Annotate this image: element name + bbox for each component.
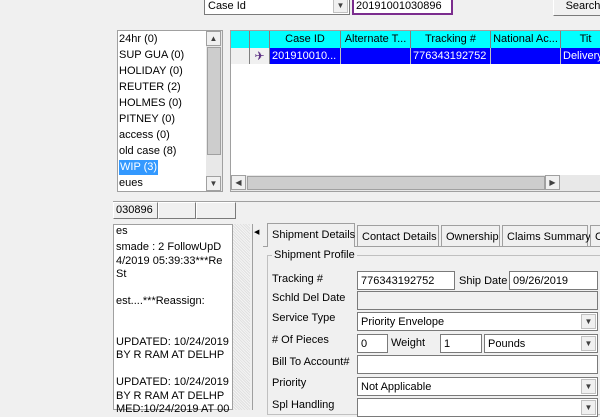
pieces-value: 0 <box>361 338 368 350</box>
scroll-down-icon[interactable]: ▼ <box>206 176 221 191</box>
weight-unit-select[interactable]: Pounds ▼ <box>484 334 598 353</box>
pieces-field[interactable]: 0 <box>357 334 388 353</box>
ship-date-value: 09/26/2019 <box>513 275 569 287</box>
spl-handling-label: Spl Handling <box>272 399 335 411</box>
grid-cell-tracking[interactable]: 776343192752 <box>411 48 491 64</box>
open-case-tab-empty[interactable] <box>158 202 196 219</box>
queue-item[interactable]: REUTER (2) <box>119 80 181 95</box>
queue-scroll-thumb[interactable] <box>207 47 221 155</box>
queue-item[interactable]: SUP GUA (0) <box>119 48 184 63</box>
detail-tab-ownership[interactable]: Ownership <box>441 225 500 247</box>
bill-to-account-field[interactable] <box>357 355 598 374</box>
priority-value: Not Applicable <box>361 381 432 393</box>
notes-scrollbar[interactable] <box>233 224 250 410</box>
open-case-tab-empty-2[interactable] <box>196 202 236 219</box>
chevron-down-icon[interactable]: ▼ <box>581 314 596 329</box>
weight-unit-value: Pounds <box>488 338 526 350</box>
service-type-label: Service Type <box>272 312 336 324</box>
grid-scroll-thumb[interactable] <box>247 176 545 190</box>
scroll-left-icon[interactable]: ◀ <box>231 175 246 190</box>
queue-footer-label: eues <box>119 177 143 189</box>
service-type-value: Priority Envelope <box>361 316 445 328</box>
queue-item[interactable]: 24hr (0) <box>119 32 158 47</box>
weight-value: 1 <box>444 338 451 350</box>
notes-header: es <box>116 225 128 237</box>
ship-date-field[interactable]: 09/26/2019 <box>509 271 598 290</box>
shipment-profile-title: Shipment Profile <box>272 249 357 261</box>
search-input[interactable]: 20191001030896 <box>352 0 453 15</box>
grid-header-tracking[interactable]: Tracking # <box>411 31 491 48</box>
pane-splitter[interactable]: ◀ <box>252 224 260 410</box>
grid-cell-alternate[interactable] <box>341 48 411 64</box>
queue-item[interactable]: access (0) <box>119 128 170 143</box>
search-field-select[interactable]: Case Id ▼ <box>204 0 350 15</box>
scroll-right-icon[interactable]: ▶ <box>545 175 560 190</box>
queue-item[interactable]: WIP (3) <box>119 160 159 175</box>
grid-row-selector[interactable] <box>231 48 250 64</box>
queue-scrollbar[interactable]: ▲ ▼ <box>206 31 222 191</box>
priority-select[interactable]: Not Applicable ▼ <box>357 377 598 396</box>
airplane-icon: ✈ <box>250 48 270 64</box>
search-input-value: 20191001030896 <box>356 0 442 12</box>
tracking-field[interactable]: 776343192752 <box>357 271 455 290</box>
service-type-select[interactable]: Priority Envelope ▼ <box>357 312 598 331</box>
priority-label: Priority <box>272 377 307 389</box>
detail-tab-c[interactable]: C <box>590 225 600 247</box>
grid-corner-header <box>231 31 250 48</box>
grid-header-case-id[interactable]: Case ID <box>270 31 341 48</box>
grid-cell-title[interactable]: Delivery <box>561 48 600 64</box>
weight-label: Weight <box>391 337 426 349</box>
notes-line: 4/2019 05:39:33***Re <box>116 254 223 267</box>
detail-tab-claims-summary[interactable]: Claims Summary <box>502 225 591 247</box>
notes-line: est....***Reassign: <box>116 295 205 307</box>
chevron-down-icon[interactable]: ▼ <box>333 0 348 13</box>
spl-handling-select[interactable]: ▼ <box>357 398 598 417</box>
scroll-up-icon[interactable]: ▲ <box>206 31 221 46</box>
open-case-tab[interactable]: 030896 <box>113 202 158 219</box>
notes-line: BY R RAM AT DELHP <box>116 349 225 361</box>
grid-header-alternate[interactable]: Alternate T... <box>341 31 411 48</box>
grid-cell-case-id[interactable]: 201910010... <box>270 48 341 64</box>
search-button[interactable]: Search <box>553 0 600 16</box>
bill-to-account-label: Bill To Account# <box>272 356 350 368</box>
notes-line: UPDATED: 10/24/2019 <box>116 376 229 388</box>
notes-line: UPDATED: 10/24/2019 <box>116 335 229 348</box>
grid-scrollbar[interactable]: ◀ ▶ <box>231 175 600 191</box>
queue-item[interactable]: HOLIDAY (0) <box>119 64 183 79</box>
tracking-label: Tracking # <box>272 273 323 285</box>
queue-item[interactable]: PITNEY (0) <box>119 112 175 127</box>
grid-header-national[interactable]: National Ac... <box>491 31 561 48</box>
chevron-down-icon[interactable]: ▼ <box>581 379 596 394</box>
notes-line: St <box>116 268 127 280</box>
search-field-value: Case Id <box>208 0 246 12</box>
chevron-down-icon[interactable]: ▼ <box>581 336 596 351</box>
notes-line: BY R RAM AT DELHP <box>116 389 225 402</box>
tracking-field-value: 776343192752 <box>361 275 435 287</box>
pieces-label: # Of Pieces <box>272 334 329 346</box>
chevron-down-icon[interactable]: ▼ <box>581 400 596 415</box>
queue-item[interactable]: old case (8) <box>119 144 176 159</box>
grid-header-title[interactable]: Tit <box>561 31 600 48</box>
ship-date-label: Ship Date <box>459 275 508 287</box>
schld-del-date-field[interactable] <box>357 291 598 310</box>
detail-tab-contact-details[interactable]: Contact Details <box>357 225 439 247</box>
queue-item[interactable]: HOLMES (0) <box>119 96 182 111</box>
detail-tab-shipment-details[interactable]: Shipment Details <box>267 223 355 247</box>
notes-line: smade : 2 FollowUpD <box>116 241 222 253</box>
notes-line: MED:10/24/2019 AT 00 <box>116 403 230 415</box>
splitter-arrow-icon[interactable]: ◀ <box>254 228 259 236</box>
schld-del-date-label: Schld Del Date <box>272 292 346 304</box>
grid-header-icon-col[interactable] <box>250 31 270 48</box>
grid-cell-national[interactable] <box>491 48 561 64</box>
weight-field[interactable]: 1 <box>440 334 482 353</box>
